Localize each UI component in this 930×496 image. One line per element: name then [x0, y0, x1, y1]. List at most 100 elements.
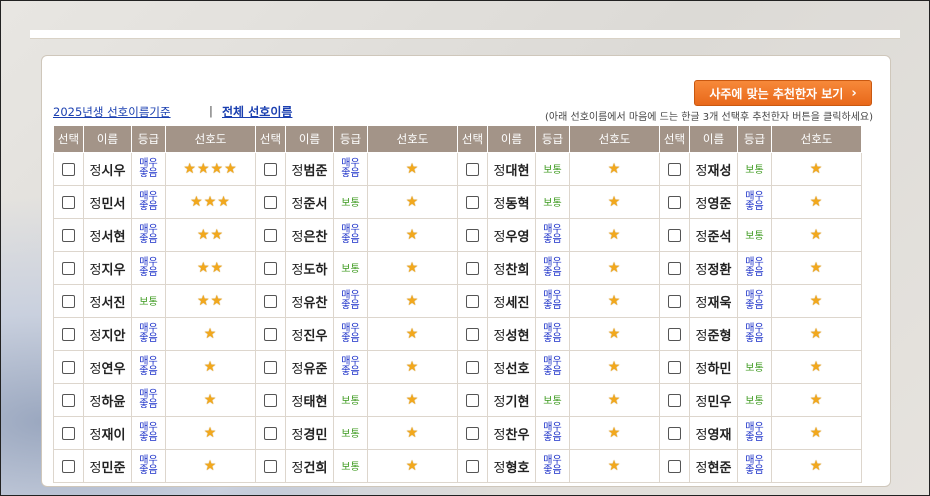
name-cell: 정대현 — [487, 152, 536, 186]
star-rating: ★ — [608, 161, 622, 177]
select-cell — [53, 284, 84, 318]
star-icon: ★ — [203, 194, 218, 210]
checkbox-icon[interactable] — [668, 360, 681, 374]
checkbox-icon[interactable] — [62, 459, 75, 473]
name-cell: 정유준 — [285, 350, 334, 384]
checkbox-icon[interactable] — [62, 426, 75, 440]
given-name: 재이 — [101, 427, 126, 443]
star-icon: ★ — [405, 425, 420, 441]
given-name: 준서 — [303, 196, 328, 212]
checkbox-icon[interactable] — [466, 327, 479, 341]
checkbox-icon[interactable] — [264, 195, 277, 209]
checkbox-icon[interactable] — [668, 294, 681, 308]
preference-cell: ★ — [367, 251, 458, 285]
grade-cell: 매우 좋음 — [131, 350, 166, 384]
checkbox-icon[interactable] — [466, 294, 479, 308]
star-icon: ★ — [196, 260, 211, 276]
grade-very-good: 매우 좋음 — [341, 289, 360, 311]
select-cell — [255, 416, 286, 450]
checkbox-icon[interactable] — [668, 426, 681, 440]
table-row: 정시우 매우 좋음 ★★★★ 정범준 매우 좋음 ★ 정대현 보통 ★ 정재성 보통 ★ — [53, 152, 862, 186]
checkbox-icon[interactable] — [62, 162, 75, 176]
star-rating: ★ — [406, 194, 420, 210]
grade-cell: 보통 — [333, 383, 368, 417]
checkbox-icon[interactable] — [466, 426, 479, 440]
checkbox-icon[interactable] — [466, 459, 479, 473]
checkbox-icon[interactable] — [264, 294, 277, 308]
checkbox-icon[interactable] — [668, 228, 681, 242]
select-cell — [53, 317, 84, 351]
checkbox-icon[interactable] — [62, 195, 75, 209]
select-cell — [659, 317, 690, 351]
checkbox-icon[interactable] — [264, 228, 277, 242]
checkbox-icon[interactable] — [668, 195, 681, 209]
grade-very-good: 매우 좋음 — [139, 322, 158, 344]
name-cell: 정준서 — [285, 185, 334, 219]
surname: 정 — [89, 163, 102, 179]
checkbox-icon[interactable] — [62, 327, 75, 341]
select-cell — [659, 416, 690, 450]
star-icon: ★ — [607, 326, 622, 342]
name-cell: 정성현 — [487, 317, 536, 351]
checkbox-icon[interactable] — [668, 393, 681, 407]
surname: 정 — [695, 427, 708, 443]
name-cell: 정도하 — [285, 251, 334, 285]
star-icon: ★ — [607, 425, 622, 441]
checkbox-icon[interactable] — [466, 162, 479, 176]
checkbox-icon[interactable] — [668, 162, 681, 176]
grade-very-good: 매우 좋음 — [341, 355, 360, 377]
year-names-link[interactable]: 2025년생 선호이름기준 — [53, 104, 171, 120]
checkbox-icon[interactable] — [668, 327, 681, 341]
header-preference-col: 선호도 — [569, 125, 660, 153]
all-names-link[interactable]: 전체 선호이름 — [222, 103, 292, 120]
select-cell — [659, 350, 690, 384]
header-select-col: 선택 — [53, 125, 84, 153]
given-name: 재욱 — [707, 295, 732, 311]
grade-normal: 보통 — [139, 297, 158, 308]
grade-cell: 매우 좋음 — [131, 152, 166, 186]
preference-cell: ★★ — [165, 218, 256, 252]
checkbox-icon[interactable] — [62, 360, 75, 374]
checkbox-icon[interactable] — [264, 426, 277, 440]
checkbox-icon[interactable] — [62, 294, 75, 308]
checkbox-icon[interactable] — [62, 393, 75, 407]
checkbox-icon[interactable] — [264, 393, 277, 407]
checkbox-icon[interactable] — [668, 261, 681, 275]
star-icon: ★ — [183, 161, 197, 177]
surname: 정 — [89, 460, 102, 476]
star-icon: ★ — [196, 161, 211, 177]
name-cell: 정재성 — [689, 152, 738, 186]
checkbox-icon[interactable] — [264, 360, 277, 374]
checkbox-icon[interactable] — [466, 393, 479, 407]
name-cell: 정태현 — [285, 383, 334, 417]
checkbox-icon[interactable] — [264, 459, 277, 473]
checkbox-icon[interactable] — [62, 261, 75, 275]
name-cell: 정건희 — [285, 449, 334, 483]
star-rating: ★ — [810, 359, 824, 375]
grade-cell: 매우 좋음 — [535, 317, 570, 351]
checkbox-icon[interactable] — [466, 360, 479, 374]
star-rating: ★ — [608, 227, 622, 243]
checkbox-icon[interactable] — [668, 459, 681, 473]
recommend-hanja-button[interactable]: 사주에 맞는 추천한자 보기 › — [694, 80, 872, 106]
preference-cell: ★ — [367, 185, 458, 219]
name-cell: 정민우 — [689, 383, 738, 417]
checkbox-icon[interactable] — [264, 261, 277, 275]
grade-normal: 보통 — [745, 165, 764, 176]
select-cell — [457, 185, 488, 219]
grade-cell: 매우 좋음 — [535, 218, 570, 252]
checkbox-icon[interactable] — [62, 228, 75, 242]
checkbox-icon[interactable] — [466, 261, 479, 275]
given-name: 찬우 — [505, 427, 530, 443]
checkbox-icon[interactable] — [466, 228, 479, 242]
preference-cell: ★ — [367, 449, 458, 483]
checkbox-icon[interactable] — [264, 327, 277, 341]
given-name: 서진 — [101, 295, 126, 311]
star-icon: ★ — [203, 458, 218, 474]
checkbox-icon[interactable] — [264, 162, 277, 176]
given-name: 태현 — [303, 394, 328, 410]
checkbox-icon[interactable] — [466, 195, 479, 209]
star-rating: ★ — [204, 326, 218, 342]
select-cell — [659, 449, 690, 483]
grade-very-good: 매우 좋음 — [543, 289, 562, 311]
